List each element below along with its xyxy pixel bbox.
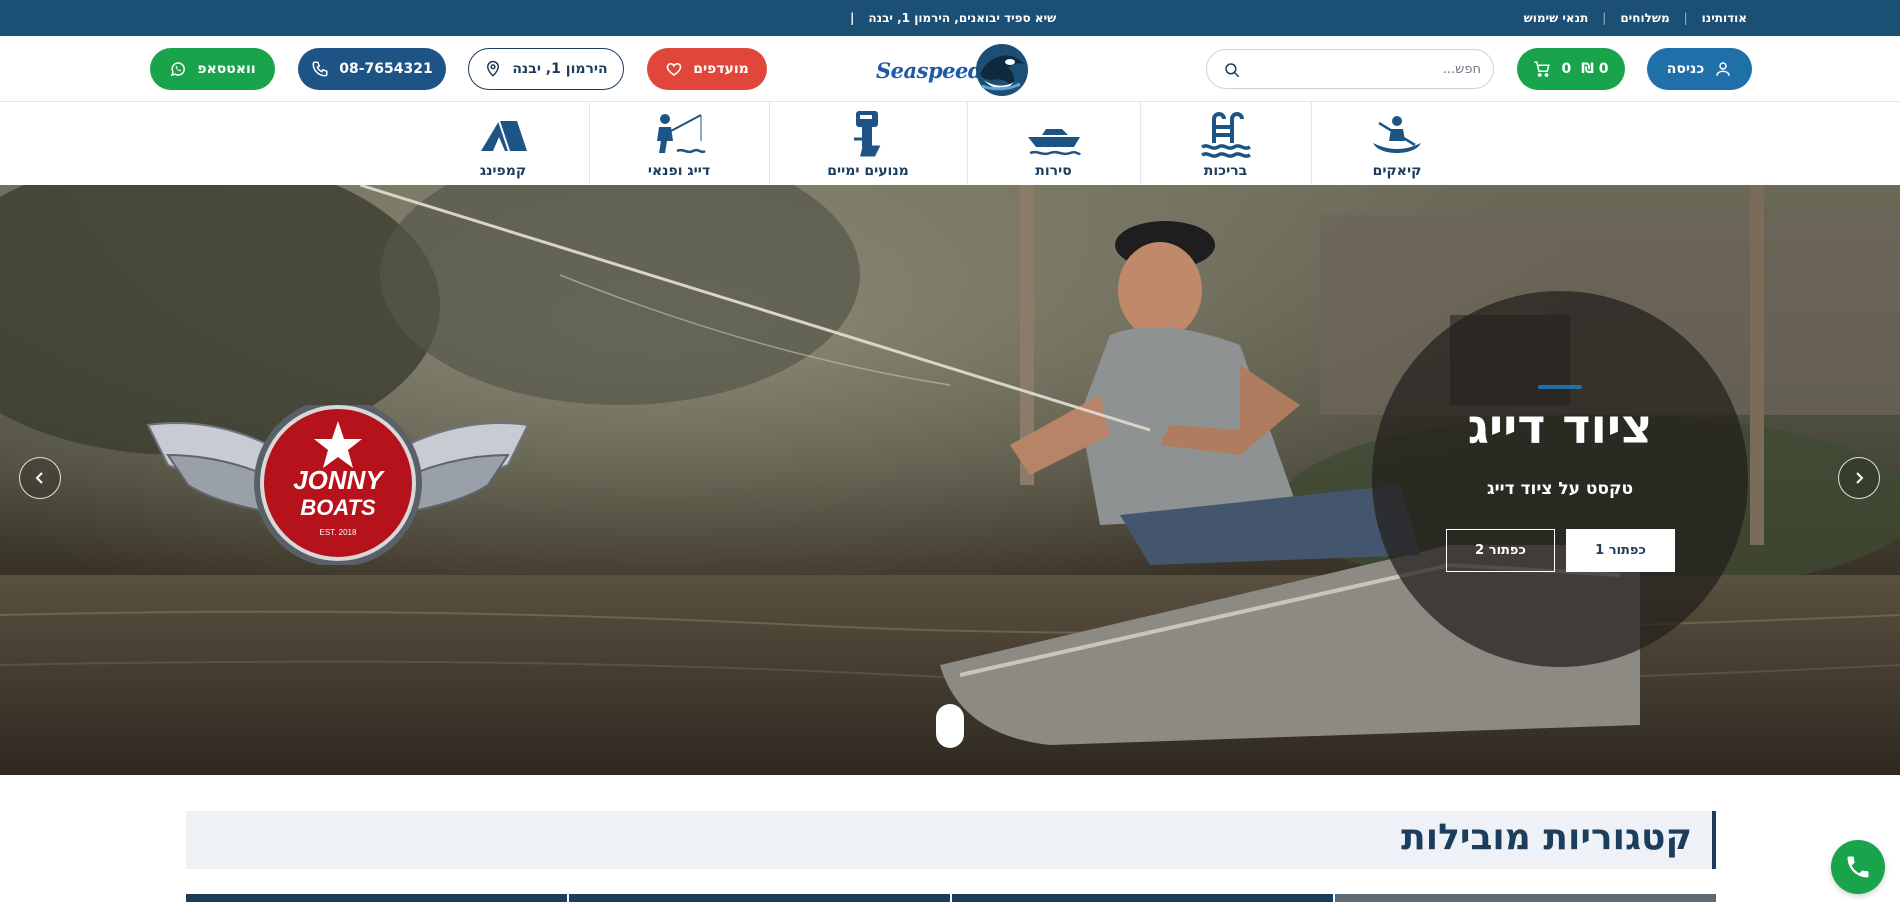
login-label: כניסה: [1666, 61, 1705, 77]
category-card[interactable]: [1335, 894, 1716, 902]
badge-line2: BOATS: [300, 495, 376, 520]
cart-total: 0 ₪: [1581, 61, 1609, 77]
floating-call-button[interactable]: [1831, 840, 1885, 894]
top-link-terms[interactable]: תנאי שימוש: [1524, 11, 1589, 25]
top-link-about[interactable]: אודותינו: [1702, 11, 1747, 25]
category-nav: קיאקים בריכות סירות מנועים ימיים דייג ופ…: [0, 102, 1900, 287]
cart-button[interactable]: 0 ₪ 0: [1517, 48, 1625, 90]
top-link-shipping[interactable]: משלוחים: [1620, 11, 1669, 25]
category-pools[interactable]: בריכות: [1140, 102, 1311, 184]
divider: [1311, 102, 1312, 184]
category-card[interactable]: [569, 894, 950, 902]
category-label: סירות: [1035, 163, 1072, 179]
category-card[interactable]: [952, 894, 1333, 902]
search-input[interactable]: [1261, 58, 1481, 80]
login-button[interactable]: כניסה: [1647, 48, 1752, 90]
category-card[interactable]: [186, 894, 567, 902]
cart-icon: [1534, 61, 1551, 77]
address-button[interactable]: הירמון 1, יבנה: [468, 48, 624, 90]
whatsapp-icon: [171, 62, 186, 77]
outboard-motor-icon: [854, 111, 881, 157]
hero-accent-line: [1538, 385, 1582, 389]
heart-icon: [666, 62, 682, 76]
slider-prev-button[interactable]: [19, 457, 61, 499]
whatsapp-label: וואטסאפ: [197, 61, 256, 77]
top-links: אודותינו | משלוחים | תנאי שימוש: [1524, 0, 1747, 36]
category-camping[interactable]: קמפינג: [417, 102, 589, 184]
tent-icon: [481, 120, 527, 152]
category-label: קמפינג: [479, 163, 527, 179]
phone-icon: [312, 61, 328, 77]
chevron-left-icon: [35, 472, 43, 484]
fisherman-icon: [657, 114, 706, 154]
chevron-right-icon: [1856, 472, 1864, 484]
divider: |: [1683, 11, 1688, 25]
badge-est: EST. 2018: [320, 528, 357, 537]
cart-count: 0: [1561, 61, 1572, 77]
hero-button-1[interactable]: כפתור 1: [1566, 529, 1675, 572]
hero-button-2[interactable]: כפתור 2: [1446, 529, 1555, 572]
announcement-text: שיא ספיד יבואנים, הירמון 1, יבנה: [868, 11, 1057, 25]
user-icon: [1716, 62, 1731, 76]
section-header: קטגוריות מובילות: [186, 811, 1716, 869]
map-pin-icon: [487, 60, 500, 77]
category-fishing-leisure[interactable]: דייג ופנאי: [589, 102, 769, 184]
divider: [1140, 102, 1141, 184]
category-label: קיאקים: [1372, 163, 1422, 179]
whatsapp-button[interactable]: וואטסאפ: [150, 48, 275, 90]
category-label: מנועים ימיים: [827, 163, 909, 179]
pool-ladder-icon: [1200, 112, 1251, 158]
header: כניסה 0 ₪ 0 Seaspeed מועדפים הירמון 1, י…: [0, 36, 1900, 102]
top-bar: אודותינו | משלוחים | תנאי שימוש שיא ספיד…: [0, 0, 1900, 36]
search-icon[interactable]: [1223, 61, 1241, 79]
divider: [769, 102, 770, 184]
address-label: הירמון 1, יבנה: [512, 61, 608, 77]
hero-slider: JONNY BOATS EST. 2018 ציוד דייג טקסט על …: [0, 185, 1900, 775]
phone-label: 08-7654321: [339, 61, 433, 77]
announcement: שיא ספיד יבואנים, הירמון 1, יבנה |: [850, 0, 1056, 36]
category-boats[interactable]: סירות: [967, 102, 1140, 184]
category-label: דייג ופנאי: [647, 163, 711, 179]
favorites-label: מועדפים: [693, 61, 749, 77]
divider: [967, 102, 968, 184]
slider-dot-active[interactable]: [936, 704, 964, 748]
divider: |: [1602, 11, 1607, 25]
orca-logo-icon: [976, 44, 1028, 96]
hero-title: ציוד דייג: [1467, 399, 1653, 455]
category-kayaks[interactable]: קיאקים: [1311, 102, 1483, 184]
kayak-icon: [1373, 116, 1421, 153]
category-marine-engines[interactable]: מנועים ימיים: [769, 102, 967, 184]
divider: |: [850, 11, 855, 25]
badge-line1: JONNY: [293, 465, 385, 495]
logo-text: Seaspeed: [876, 58, 983, 83]
hero-subtitle: טקסט על ציוד דייג: [1486, 479, 1634, 499]
divider: [589, 102, 590, 184]
slider-next-button[interactable]: [1838, 457, 1880, 499]
boat-icon: [1027, 129, 1081, 156]
phone-button[interactable]: 08-7654321: [298, 48, 446, 90]
section-title: קטגוריות מובילות: [1401, 817, 1692, 858]
category-cards-strip: [186, 894, 1716, 902]
logo[interactable]: Seaspeed: [876, 40, 1028, 98]
category-label: בריכות: [1203, 163, 1248, 179]
brand-badge-logo: JONNY BOATS EST. 2018: [146, 405, 530, 565]
favorites-button[interactable]: מועדפים: [647, 48, 767, 90]
phone-icon: [1847, 856, 1869, 878]
search-box: [1206, 49, 1494, 89]
